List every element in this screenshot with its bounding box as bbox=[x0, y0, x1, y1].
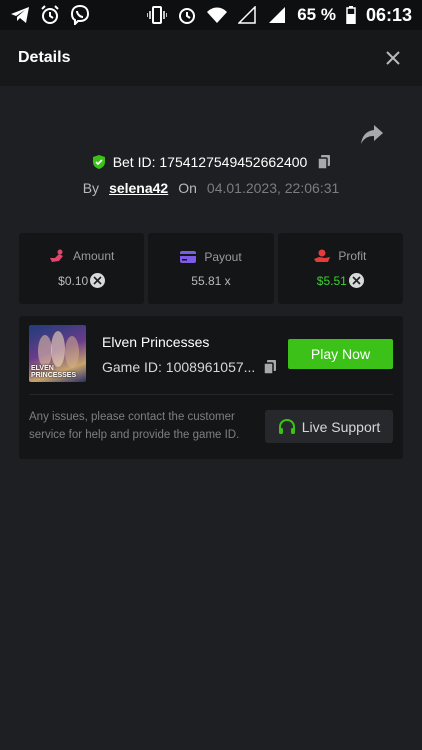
stat-amount-value-row: $0.10 bbox=[58, 273, 106, 288]
live-support-button[interactable]: Live Support bbox=[265, 410, 393, 443]
amount-icon bbox=[49, 249, 63, 262]
by-label: By bbox=[82, 180, 100, 196]
game-name: Elven Princesses bbox=[102, 334, 210, 350]
stat-payout: Payout 55.81 x bbox=[148, 233, 274, 304]
vibrate-icon bbox=[147, 5, 168, 25]
signal-icon bbox=[237, 5, 257, 25]
divider bbox=[29, 394, 393, 395]
stat-payout-header: Payout bbox=[180, 249, 242, 264]
copy-icon bbox=[317, 155, 331, 170]
game-id-row: Game ID: 1008961057... bbox=[102, 359, 277, 375]
stat-profit-value: $5.51 bbox=[316, 273, 347, 288]
support-info-text: Any issues, please contact the customer … bbox=[29, 411, 240, 441]
status-bar: 65 % 06:13 bbox=[0, 0, 422, 30]
bet-date: 04.01.2023, 22:06:31 bbox=[206, 180, 340, 196]
play-now-button[interactable]: Play Now bbox=[288, 339, 393, 369]
stat-profit-value-row: $5.51 bbox=[317, 273, 364, 288]
currency-icon bbox=[90, 273, 106, 288]
profit-icon bbox=[314, 249, 331, 262]
page-title: Details bbox=[18, 49, 71, 66]
currency-icon bbox=[348, 273, 364, 288]
viber-icon bbox=[70, 5, 90, 25]
username-link[interactable]: selena42 bbox=[109, 180, 168, 196]
share-button[interactable] bbox=[360, 124, 384, 146]
close-button[interactable] bbox=[382, 47, 404, 69]
battery-icon bbox=[346, 5, 356, 25]
copy-bet-id-button[interactable] bbox=[317, 154, 331, 170]
bet-stats: Amount $0.10 Payout 55.81 x Profit $5.51 bbox=[19, 233, 403, 304]
stat-amount-label: Amount bbox=[72, 249, 115, 263]
stat-amount-value: $0.10 bbox=[58, 273, 89, 288]
wifi-icon bbox=[207, 5, 228, 25]
headset-icon bbox=[278, 418, 295, 434]
stat-profit-label: Profit bbox=[338, 249, 367, 263]
alarm-icon bbox=[177, 5, 197, 25]
game-id: Game ID: 1008961057... bbox=[102, 359, 256, 375]
share-icon bbox=[361, 125, 383, 144]
signal-icon bbox=[267, 5, 287, 25]
game-thumbnail-title: ELVEN PRINCESSES bbox=[31, 365, 77, 379]
status-left bbox=[10, 5, 90, 25]
stat-profit-header: Profit bbox=[314, 249, 366, 263]
clock: 06:13 bbox=[365, 4, 412, 25]
stat-payout-value-row: 55.81 x bbox=[191, 274, 230, 288]
on-label: On bbox=[178, 180, 197, 196]
payout-icon bbox=[180, 250, 197, 263]
game-thumbnail[interactable]: ELVEN PRINCESSES bbox=[29, 325, 86, 382]
bet-id-row: Bet ID: 1754127549452662400 bbox=[0, 154, 422, 170]
details-header: Details bbox=[0, 30, 422, 86]
stat-payout-label: Payout bbox=[204, 249, 242, 264]
copy-game-id-button[interactable] bbox=[263, 359, 277, 375]
copy-icon bbox=[263, 360, 277, 375]
shield-check-icon bbox=[92, 155, 105, 169]
telegram-icon bbox=[10, 5, 30, 25]
close-icon bbox=[386, 51, 400, 65]
live-support-label: Live Support bbox=[301, 418, 381, 435]
stat-profit: Profit $5.51 bbox=[277, 233, 403, 304]
bet-meta-row: By selena42 On 04.01.2023, 22:06:31 bbox=[0, 180, 422, 196]
stat-payout-value: 55.81 x bbox=[191, 273, 231, 288]
stat-amount-header: Amount bbox=[49, 249, 114, 263]
game-card: ELVEN PRINCESSES Elven Princesses Game I… bbox=[19, 316, 403, 459]
battery-percent: 65 % bbox=[297, 5, 336, 24]
status-right: 65 % 06:13 bbox=[147, 5, 412, 26]
stat-amount: Amount $0.10 bbox=[19, 233, 145, 304]
alarm-icon bbox=[40, 5, 60, 25]
bet-id: Bet ID: 1754127549452662400 bbox=[112, 154, 308, 170]
